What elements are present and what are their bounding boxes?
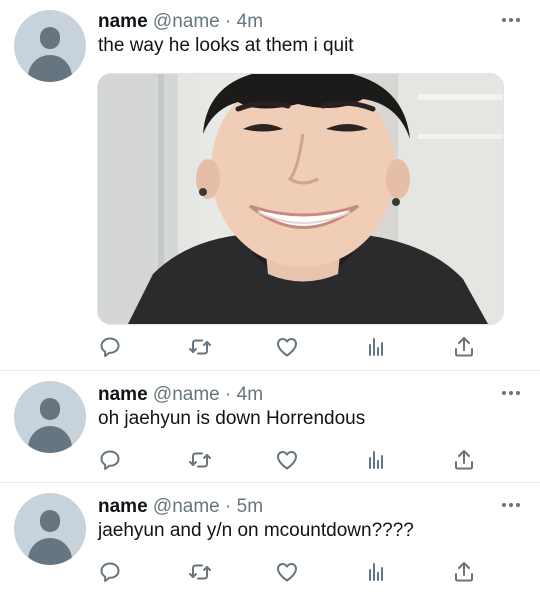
analytics-icon[interactable] — [364, 448, 388, 472]
avatar-body — [28, 55, 72, 82]
reply-icon[interactable] — [98, 335, 122, 359]
user-handle[interactable]: @name — [153, 11, 220, 32]
tweet-text: the way he looks at them i quit — [98, 35, 354, 56]
tweet-text: jaehyun and y/n on mcountdown???? — [98, 520, 414, 541]
timestamp[interactable]: 4m — [237, 384, 263, 405]
display-name[interactable]: name — [98, 384, 148, 405]
like-icon[interactable] — [275, 335, 299, 359]
avatar-head — [40, 510, 60, 532]
more-icon[interactable] — [502, 390, 520, 396]
tweet-header: name @name · 5m — [98, 496, 263, 518]
retweet-icon[interactable] — [188, 560, 212, 584]
tweet-text: oh jaehyun is down Horrendous — [98, 408, 366, 429]
like-icon[interactable] — [275, 448, 299, 472]
user-handle[interactable]: @name — [153, 496, 220, 517]
tweet[interactable]: name @name · 5m jaehyun and y/n on mcoun… — [0, 483, 540, 594]
share-icon[interactable] — [452, 560, 476, 584]
user-handle[interactable]: @name — [153, 384, 220, 405]
tweet-actions — [98, 560, 478, 584]
tweet-header: name @name · 4m — [98, 11, 263, 33]
tweet-actions — [98, 335, 478, 359]
display-name[interactable]: name — [98, 496, 148, 517]
avatar-body — [28, 426, 72, 453]
share-icon[interactable] — [452, 448, 476, 472]
tweet-header: name @name · 4m — [98, 384, 263, 406]
separator: · — [225, 384, 232, 405]
timestamp[interactable]: 4m — [237, 11, 263, 32]
separator: · — [225, 496, 232, 517]
retweet-icon[interactable] — [188, 335, 212, 359]
avatar-head — [40, 398, 60, 420]
avatar[interactable] — [14, 10, 86, 82]
like-icon[interactable] — [275, 560, 299, 584]
separator: · — [225, 11, 232, 32]
analytics-icon[interactable] — [364, 335, 388, 359]
tweet[interactable]: name @name · 4m oh jaehyun is down Horre… — [0, 371, 540, 481]
more-icon[interactable] — [502, 17, 520, 23]
more-icon[interactable] — [502, 502, 520, 508]
display-name[interactable]: name — [98, 11, 148, 32]
photo-illustration — [98, 74, 503, 324]
tweet-image[interactable] — [97, 73, 504, 325]
avatar-body — [28, 538, 72, 565]
avatar[interactable] — [14, 493, 86, 565]
avatar[interactable] — [14, 381, 86, 453]
share-icon[interactable] — [452, 335, 476, 359]
avatar-head — [40, 27, 60, 49]
reply-icon[interactable] — [98, 448, 122, 472]
analytics-icon[interactable] — [364, 560, 388, 584]
tweet[interactable]: name @name · 4m the way he looks at them… — [0, 0, 540, 370]
tweet-actions — [98, 448, 478, 472]
timestamp[interactable]: 5m — [237, 496, 263, 517]
reply-icon[interactable] — [98, 560, 122, 584]
retweet-icon[interactable] — [188, 448, 212, 472]
